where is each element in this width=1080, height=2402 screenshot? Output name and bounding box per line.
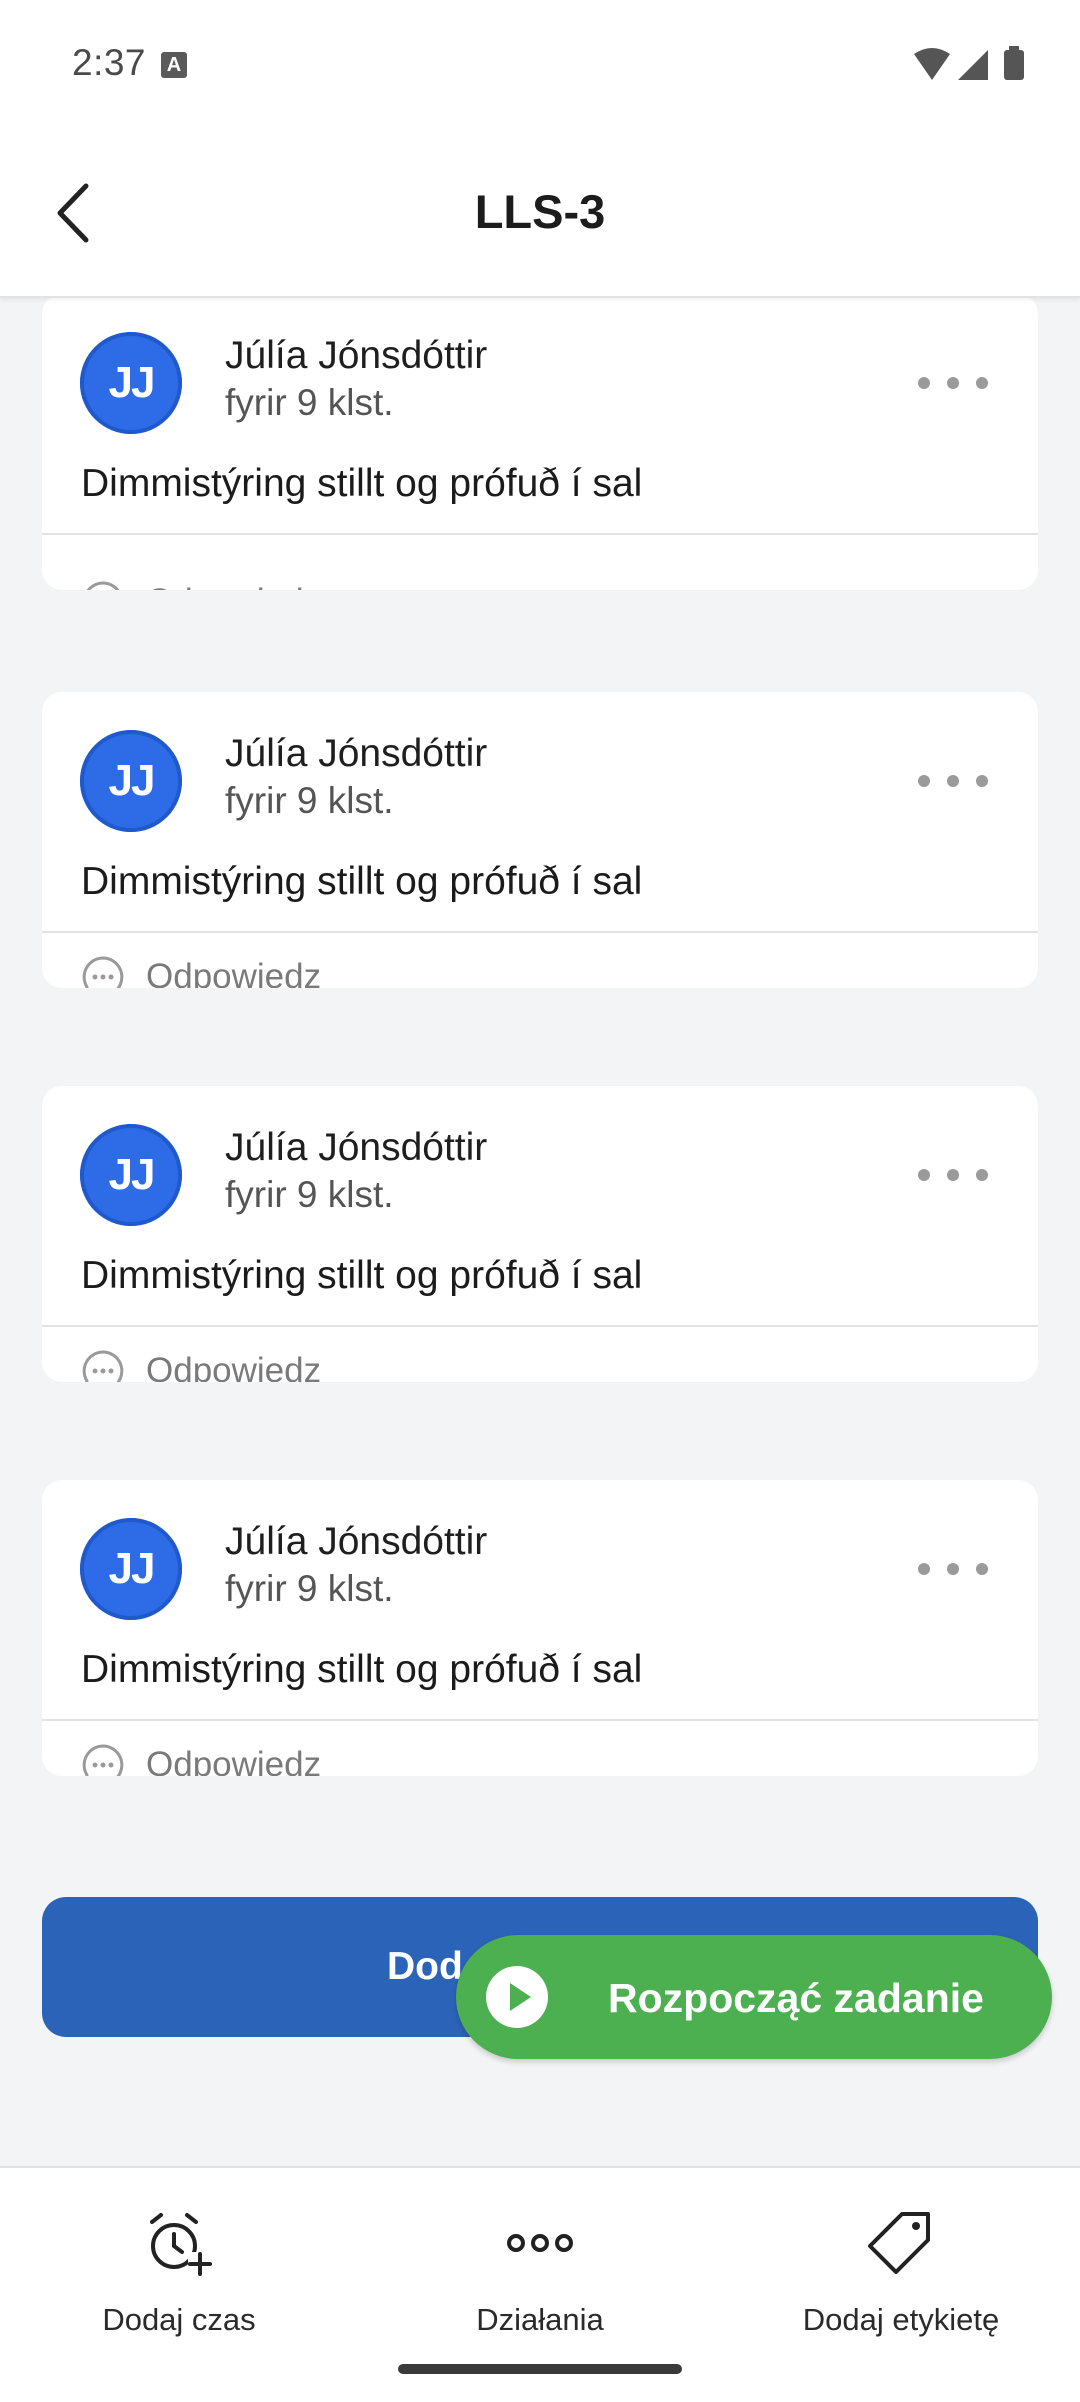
clock-add-icon [150,2213,212,2276]
comment-author: Júlía Jónsdóttir [225,732,488,775]
signal-icon [958,50,988,80]
more-options-button[interactable] [918,1160,988,1190]
nav-actions[interactable]: Działania [390,2208,690,2338]
add-comment-label: Dod [387,1945,463,1988]
comment-card: JJ Júlía Jónsdóttir fyrir 9 klst. Dimmis… [42,692,1038,988]
avatar[interactable]: JJ [80,1124,182,1226]
reply-label: Odpowiedz [146,957,322,988]
notification-icon: A [161,52,187,78]
comment-text: Dimmistýring stillt og prófuð í sal [81,1648,643,1691]
more-options-button[interactable] [918,368,988,398]
play-icon [486,1966,548,2028]
status-time: 2:37 [72,42,147,83]
app-bar: LLS-3 [0,130,1080,298]
comment-text: Dimmistýring stillt og prófuð í sal [81,462,643,505]
chat-bubble-icon [82,1744,124,1776]
nav-add-time-label: Dodaj czas [102,2302,256,2337]
nav-actions-label: Działania [476,2302,604,2337]
comment-author: Júlía Jónsdóttir [225,1126,488,1169]
comment-time: fyrir 9 klst. [225,780,394,821]
more-horizontal-icon [507,2234,573,2252]
reply-button[interactable]: Odpowiedz [80,1348,321,1382]
comment-text: Dimmistýring stillt og prófuð í sal [81,1254,643,1297]
avatar[interactable]: JJ [80,332,182,434]
comment-time: fyrir 9 klst. [225,1568,394,1609]
reply-button[interactable]: Odpowiedz [80,954,321,988]
start-task-button[interactable]: Rozpocząć zadanie [456,1935,1052,2059]
more-options-button[interactable] [918,1554,988,1584]
status-bar: 2:37 A [0,0,1080,130]
chat-bubble-icon [86,581,120,590]
comment-card: JJ Júlía Jónsdóttir fyrir 9 klst. Dimmis… [42,296,1038,590]
reply-label: Odpowiedz [146,1745,322,1776]
reply-button[interactable]: Odpowiedz [80,1742,321,1776]
nav-add-tag[interactable]: Dodaj etykietę [751,2208,1051,2338]
chat-bubble-icon [82,1350,124,1382]
home-indicator[interactable] [398,2364,682,2374]
reply-label: Odpowiedz [146,582,321,590]
comment-time: fyrir 9 klst. [225,382,394,423]
status-icons [914,46,1024,80]
comments-list[interactable]: JJ Júlía Jónsdóttir fyrir 9 klst. Dimmis… [0,296,1080,2166]
comment-author: Júlía Jónsdóttir [225,1520,488,1563]
comment-card: JJ Júlía Jónsdóttir fyrir 9 klst. Dimmis… [42,1086,1038,1382]
avatar[interactable]: JJ [80,730,182,832]
more-options-button[interactable] [918,766,988,796]
nav-add-tag-label: Dodaj etykietę [802,2302,1000,2337]
comment-time: fyrir 9 klst. [225,1174,394,1215]
comment-text: Dimmistýring stillt og prófuð í sal [81,860,643,903]
avatar[interactable]: JJ [80,1518,182,1620]
comment-author: Júlía Jónsdóttir [225,334,488,377]
tag-icon [868,2212,930,2274]
start-task-label: Rozpocząć zadanie [608,1975,984,2021]
divider [42,1719,1038,1721]
reply-label: Odpowiedz [146,1351,322,1382]
divider [42,533,1038,535]
divider [42,1325,1038,1327]
chat-bubble-icon [82,956,124,988]
reply-button[interactable]: Odpowiedz [80,579,321,590]
nav-add-time[interactable]: Dodaj czas [29,2208,329,2338]
wifi-icon [914,48,950,80]
battery-icon [1004,50,1024,80]
page-title: LLS-3 [474,185,606,238]
divider [42,931,1038,933]
comment-card: JJ Júlía Jónsdóttir fyrir 9 klst. Dimmis… [42,1480,1038,1776]
